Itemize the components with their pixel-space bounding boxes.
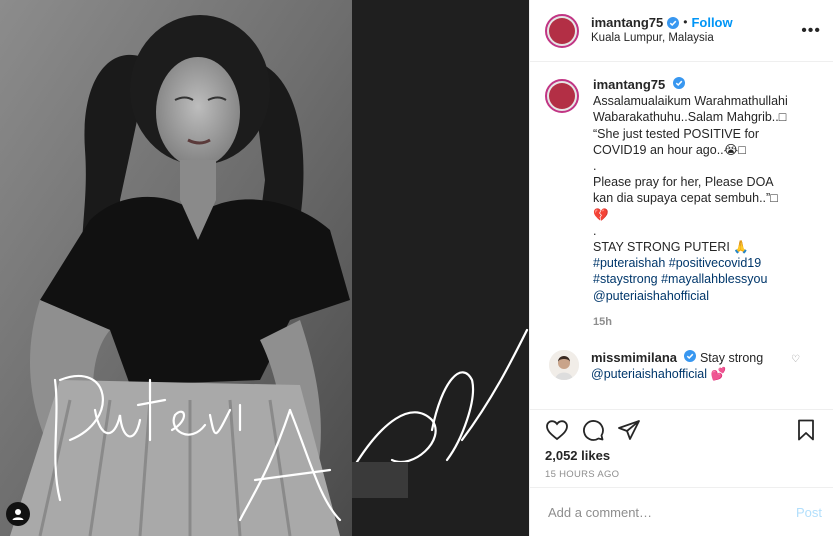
commenter-username[interactable]: missmimilana (591, 350, 677, 365)
comment-text: Stay strong (699, 351, 764, 366)
add-comment-bar: Post (530, 487, 833, 536)
caption-username[interactable]: imantang75 (593, 77, 665, 92)
caption-line: “She just tested POSITIVE for (593, 126, 760, 141)
caption-line: 💔 (593, 207, 609, 222)
post-comment-button[interactable]: Post (796, 505, 822, 520)
post-timestamp[interactable]: 15 HOURS AGO (545, 469, 818, 480)
author-info: imantang75 • Follow Kuala Lumpur, Malays… (591, 15, 801, 47)
comment-emoji: 💕 (710, 367, 727, 382)
photo-letterbox (298, 0, 529, 536)
author-username[interactable]: imantang75 (591, 15, 663, 32)
verified-badge-icon (672, 77, 685, 89)
comment-bubble-icon[interactable] (581, 418, 605, 442)
photo-illustration (0, 0, 352, 536)
location-link[interactable]: Kuala Lumpur, Malaysia (591, 31, 801, 46)
caption-line: Please pray for her, Please DOA (593, 175, 774, 190)
caption-body: imantang75 Assalamualaikum Warahmathulla… (593, 77, 822, 330)
mention-link[interactable]: @puteriaishahofficial (591, 367, 707, 381)
separator-dot: • (683, 15, 688, 30)
caption-line: . (593, 223, 597, 238)
caption-line: kan dia supaya cepat sembuh..”□ (593, 191, 778, 206)
caption-time[interactable]: 15h (593, 314, 822, 330)
caption-author-avatar[interactable] (545, 79, 579, 113)
caption-line: STAY STRONG PUTERI 🙏 (593, 240, 749, 255)
caption-line: . (593, 159, 597, 174)
comment-like-icon[interactable]: ♡ (791, 354, 800, 365)
post-actions: 2,052 likes 15 HOURS AGO (530, 409, 833, 480)
action-icons-row (545, 414, 818, 446)
share-send-icon[interactable] (617, 418, 641, 442)
verified-badge-icon (667, 17, 680, 30)
follow-button[interactable]: Follow (691, 15, 732, 32)
hashtag-link[interactable]: #puteraishah #positivecovid19 (593, 255, 822, 271)
comment-body: missmimilana Stay strong @puteriaishahof… (591, 350, 791, 382)
comment-input[interactable] (548, 504, 796, 520)
post-photo[interactable] (0, 0, 352, 536)
like-heart-icon[interactable] (545, 418, 569, 442)
more-options-icon[interactable]: ••• (801, 22, 821, 40)
caption-line: Assalamualaikum Warahmathullahi (593, 94, 788, 109)
verified-badge-icon (684, 350, 697, 363)
signature-overflow (298, 328, 529, 498)
author-avatar[interactable] (545, 13, 579, 48)
comments-section[interactable]: imantang75 Assalamualaikum Warahmathulla… (530, 63, 833, 409)
comment-item: missmimilana Stay strong @puteriaishahof… (545, 350, 822, 382)
save-bookmark-icon[interactable] (794, 418, 818, 442)
post-photo-area[interactable] (0, 0, 529, 536)
post-header: imantang75 • Follow Kuala Lumpur, Malays… (530, 0, 833, 62)
commenter-avatar[interactable] (549, 350, 579, 381)
caption-line: COVID19 an hour ago..😭□ (593, 142, 746, 157)
post-side-panel: imantang75 • Follow Kuala Lumpur, Malays… (529, 0, 833, 536)
likes-count[interactable]: 2,052 likes (545, 448, 818, 463)
hashtag-link[interactable]: #staystrong #mayallahblessyou (593, 271, 822, 287)
mention-link[interactable]: @puteriaishahofficial (593, 288, 822, 304)
caption-line: Wabarakathuhu..Salam Mahgrib..□ (593, 110, 787, 125)
caption: imantang75 Assalamualaikum Warahmathulla… (545, 77, 822, 330)
user-tag-icon[interactable] (6, 502, 30, 526)
